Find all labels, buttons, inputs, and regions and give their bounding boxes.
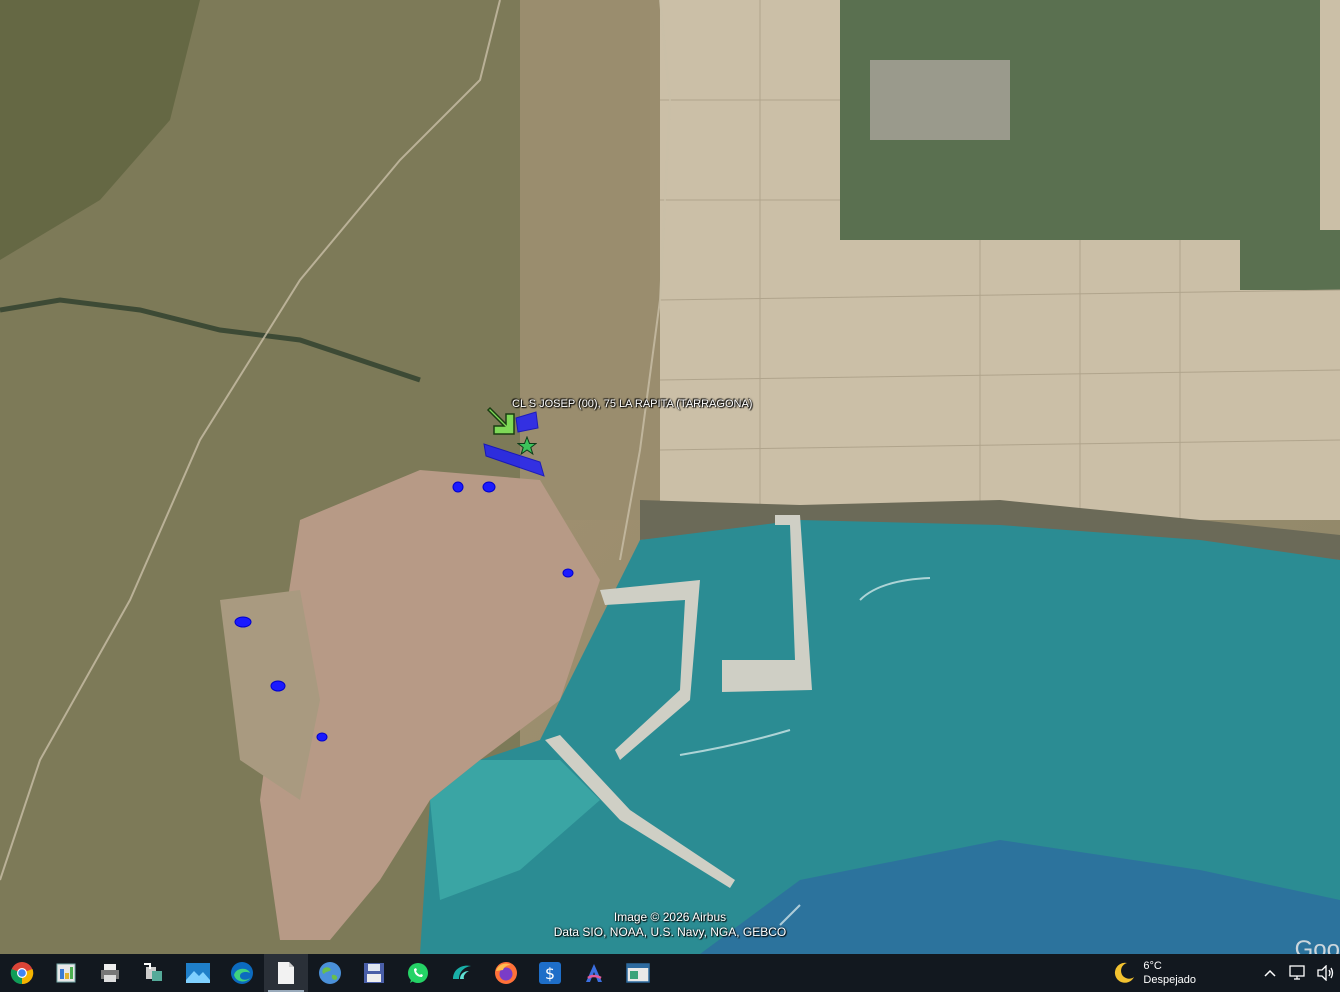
- google-earth-icon: [319, 962, 341, 984]
- show-hidden-icons-button[interactable]: [1256, 954, 1284, 992]
- save-disk-icon: [364, 963, 384, 983]
- dollar-app-icon: $: [539, 962, 561, 984]
- taskbar-whatsapp[interactable]: [396, 954, 440, 992]
- wave-app-icon: [453, 965, 471, 979]
- volume-button[interactable]: [1312, 954, 1340, 992]
- taskbar-window-app[interactable]: [616, 954, 660, 992]
- taskbar-arc-browser[interactable]: [572, 954, 616, 992]
- edge-icon: [231, 962, 253, 984]
- blank-document-icon: [278, 962, 294, 984]
- firefox-icon: [495, 962, 517, 984]
- chevron-up-icon: [1264, 969, 1276, 977]
- moon-icon: [1115, 962, 1135, 983]
- weather-condition: Despejado: [1143, 974, 1196, 986]
- placemark-label[interactable]: CL S JOSEP (00), 75 LA RAPITA (TARRAGONA…: [512, 398, 752, 410]
- photos-icon: [186, 963, 210, 983]
- taskbar: $ 6°C Despejado: [0, 954, 1340, 992]
- window-app-icon: [626, 963, 650, 983]
- taskbar-edge[interactable]: [220, 954, 264, 992]
- svg-text:$: $: [545, 964, 555, 983]
- taskbar-dollar-app[interactable]: $: [528, 954, 572, 992]
- network-icon: [1289, 965, 1305, 980]
- network-status-button[interactable]: [1284, 954, 1312, 992]
- google-logo: Goo: [1294, 936, 1340, 954]
- taskbar-image-viewer[interactable]: [44, 954, 88, 992]
- taskbar-blank-document[interactable]: [264, 954, 308, 992]
- placemark-star-icon[interactable]: [517, 436, 537, 456]
- taskbar-firefox[interactable]: [484, 954, 528, 992]
- weather-widget[interactable]: 6°C Despejado: [1111, 959, 1196, 987]
- taskbar-network-share[interactable]: [132, 954, 176, 992]
- weather-text: 6°C Despejado: [1143, 959, 1196, 987]
- map-attribution: Image © 2026 Airbus Data SIO, NOAA, U.S.…: [0, 910, 1340, 940]
- whatsapp-icon: [408, 963, 428, 983]
- printer-icon: [101, 964, 119, 982]
- taskbar-chrome[interactable]: [0, 954, 44, 992]
- attribution-data: Data SIO, NOAA, U.S. Navy, NGA, GEBCO: [553, 925, 787, 939]
- taskbar-save-disk[interactable]: [352, 954, 396, 992]
- map-imagery: [0, 0, 1340, 954]
- network-share-icon: [144, 963, 162, 981]
- attribution-imagery: Image © 2026 Airbus: [613, 910, 727, 924]
- image-viewer-icon: [56, 963, 76, 983]
- taskbar-printer[interactable]: [88, 954, 132, 992]
- taskbar-photos[interactable]: [176, 954, 220, 992]
- chrome-icon: [10, 962, 34, 985]
- weather-temperature: 6°C: [1143, 960, 1162, 972]
- speaker-icon: [1317, 965, 1334, 981]
- taskbar-google-earth[interactable]: [308, 954, 352, 992]
- arc-browser-icon: [586, 964, 602, 982]
- satellite-map[interactable]: CL S JOSEP (00), 75 LA RAPITA (TARRAGONA…: [0, 0, 1340, 954]
- taskbar-wave-app[interactable]: [440, 954, 484, 992]
- system-tray: 6°C Despejado: [1111, 954, 1340, 992]
